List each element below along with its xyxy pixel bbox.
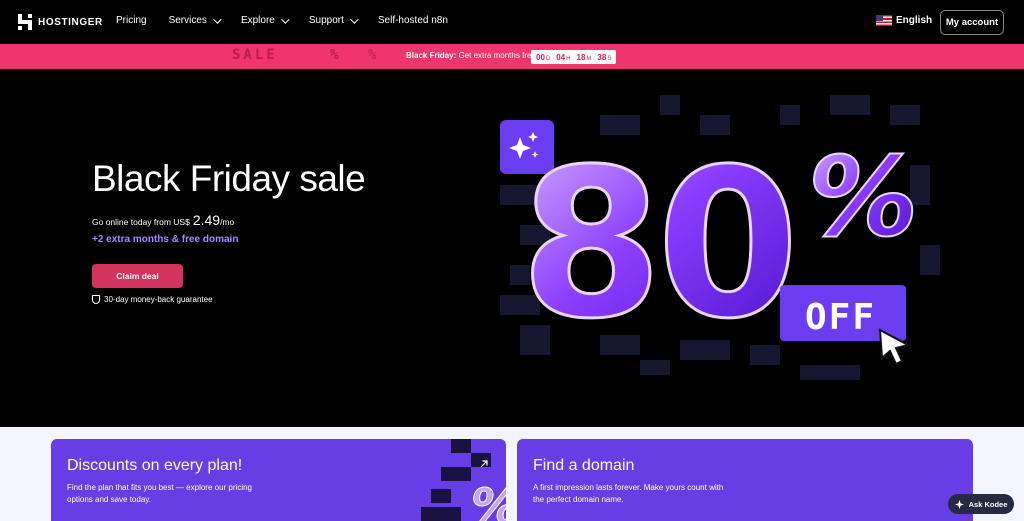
timer-days: 00D [536, 52, 551, 62]
nav-services-label: Services [168, 15, 207, 26]
hero-title: Black Friday sale [92, 158, 366, 199]
nav-pricing[interactable]: Pricing [116, 15, 147, 26]
card-pixel-decoration: % [421, 439, 506, 521]
badge-off: OFF [805, 297, 876, 338]
money-back-guarantee: 30-day money-back guarantee [92, 295, 213, 304]
discount-card[interactable]: % Discounts on every plan! Find the plan… [51, 439, 506, 521]
guarantee-label: 30-day money-back guarantee [104, 295, 213, 304]
ask-kodee-label: Ask Kodee [968, 499, 1008, 509]
badge-percent: % [808, 133, 918, 261]
countdown-timer: 00D 04H 18M 38S [531, 50, 617, 64]
promo-sale-decoration: SALE [232, 47, 278, 63]
my-account-button[interactable]: My account [940, 10, 1004, 35]
nav-services[interactable]: Services [168, 14, 222, 26]
nav-explore[interactable]: Explore [240, 14, 290, 26]
top-nav: HOSTINGER Pricing Services Explore Suppo… [0, 0, 1024, 44]
sparkle-icon [954, 499, 964, 509]
nav-pricing-label: Pricing [116, 15, 147, 26]
discount-card-title: Discounts on every plan! [67, 457, 243, 474]
promo-label-rest: Get extra months free [458, 51, 536, 60]
domain-card-title: Find a domain [533, 457, 635, 474]
nav-n8n[interactable]: Self-hosted n8n [378, 15, 448, 26]
nav-support[interactable]: Support [308, 14, 359, 26]
hostinger-logo-icon [18, 14, 32, 30]
hostinger-logo[interactable]: HOSTINGER [18, 14, 103, 30]
chevron-down-icon [281, 14, 290, 24]
nav-explore-label: Explore [240, 15, 275, 26]
timer-minutes: 18M [576, 52, 592, 62]
logo-text: HOSTINGER [38, 16, 103, 28]
ask-kodee-button[interactable]: Ask Kodee [948, 494, 1014, 514]
language-selector[interactable]: English [876, 15, 932, 26]
hero-subtitle-prefix: Go online today from US$ [92, 217, 190, 227]
discount-card-desc: Find the plan that fits you best — explo… [67, 483, 252, 504]
hero-price: 2.49 [192, 212, 221, 228]
domain-card[interactable]: Find a domain A first impression lasts f… [517, 439, 973, 521]
nav-links: Pricing Services Explore Support Self-ho… [116, 14, 448, 26]
sale-80-off-artwork: 80 % OFF [500, 95, 940, 380]
badge-number: 80 [520, 126, 793, 364]
claim-deal-button[interactable]: Claim deal [92, 264, 183, 288]
chevron-down-icon [213, 14, 222, 24]
hero-subtitle: Go online today from US$ 2.49/mo [92, 212, 234, 228]
nav-support-label: Support [308, 15, 344, 26]
promo-label-bold: Black Friday: [406, 51, 457, 60]
promo-percent-decoration-2: % [368, 47, 377, 63]
timer-hours: 04H [556, 52, 571, 62]
timer-seconds: 38S [597, 52, 612, 62]
domain-card-desc: A first impression lasts forever. Make y… [533, 483, 724, 504]
hero-extra-offer: +2 extra months & free domain [92, 234, 239, 245]
chevron-down-icon [350, 14, 359, 24]
card-percent-decoration: % [471, 479, 506, 521]
nav-n8n-label: Self-hosted n8n [377, 15, 448, 26]
hero-price-period: /mo [220, 217, 235, 227]
promo-text: Black Friday: Get extra months free [406, 51, 536, 60]
promo-percent-decoration: % [330, 47, 339, 63]
us-flag-icon [876, 15, 892, 26]
language-label: English [896, 15, 933, 26]
shield-icon [92, 295, 100, 304]
arrow-up-right-icon[interactable] [479, 459, 489, 469]
promo-bar[interactable]: SALE % % Black Friday: Get extra months … [0, 44, 1024, 69]
